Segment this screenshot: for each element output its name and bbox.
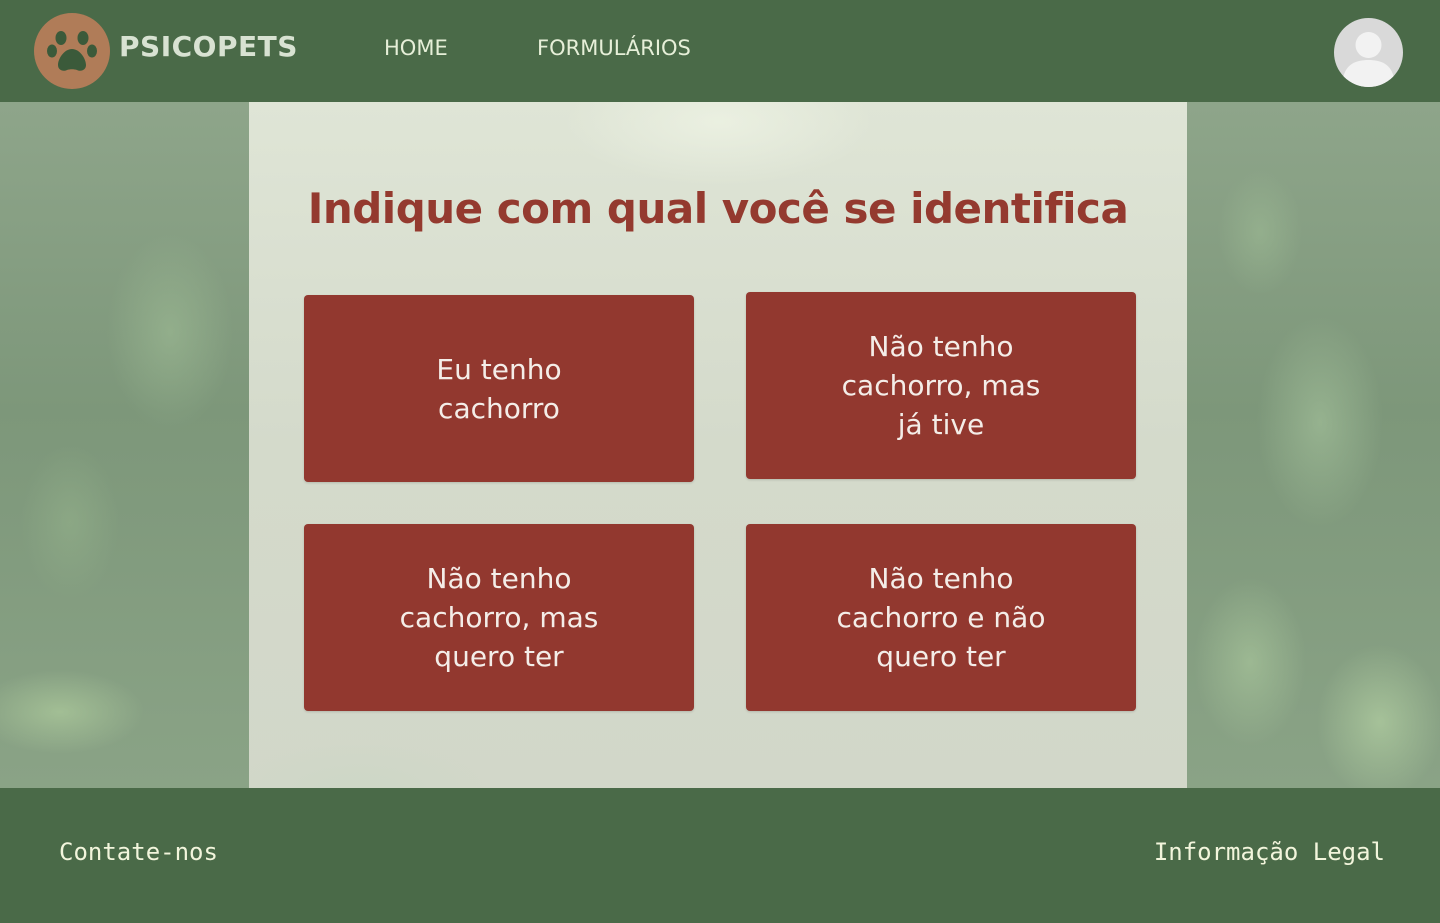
user-avatar-button[interactable] bbox=[1334, 18, 1403, 87]
question-panel: Indique com qual você se identifica Eu t… bbox=[249, 102, 1187, 788]
option-label: Não tenho cachorro, mas quero ter bbox=[399, 562, 599, 673]
option-label: Não tenho cachorro, mas já tive bbox=[841, 330, 1041, 441]
paw-icon bbox=[47, 31, 97, 71]
legal-info-link[interactable]: Informação Legal bbox=[1154, 838, 1385, 866]
brand-name[interactable]: PSICOPETS bbox=[119, 30, 298, 63]
contact-link[interactable]: Contate-nos bbox=[59, 838, 218, 866]
option-no-dog-button[interactable]: Não tenho cachorro e não quero ter bbox=[746, 524, 1136, 711]
nav-home-link[interactable]: HOME bbox=[384, 36, 448, 60]
main-content: Indique com qual você se identifica Eu t… bbox=[0, 102, 1440, 788]
option-want-dog-button[interactable]: Não tenho cachorro, mas quero ter bbox=[304, 524, 694, 711]
option-have-dog-button[interactable]: Eu tenho cachorro bbox=[304, 295, 694, 482]
logo[interactable] bbox=[34, 13, 110, 89]
footer: Contate-nos Informação Legal bbox=[0, 788, 1440, 923]
option-label: Eu tenho cachorro bbox=[436, 352, 562, 425]
page-title: Indique com qual você se identifica bbox=[307, 184, 1129, 233]
top-navbar: PSICOPETS HOME FORMULÁRIOS bbox=[0, 0, 1440, 102]
user-avatar-icon bbox=[1343, 32, 1394, 87]
option-label: Não tenho cachorro e não quero ter bbox=[836, 562, 1046, 673]
nav-forms-link[interactable]: FORMULÁRIOS bbox=[537, 36, 691, 60]
option-had-dog-button[interactable]: Não tenho cachorro, mas já tive bbox=[746, 292, 1136, 479]
